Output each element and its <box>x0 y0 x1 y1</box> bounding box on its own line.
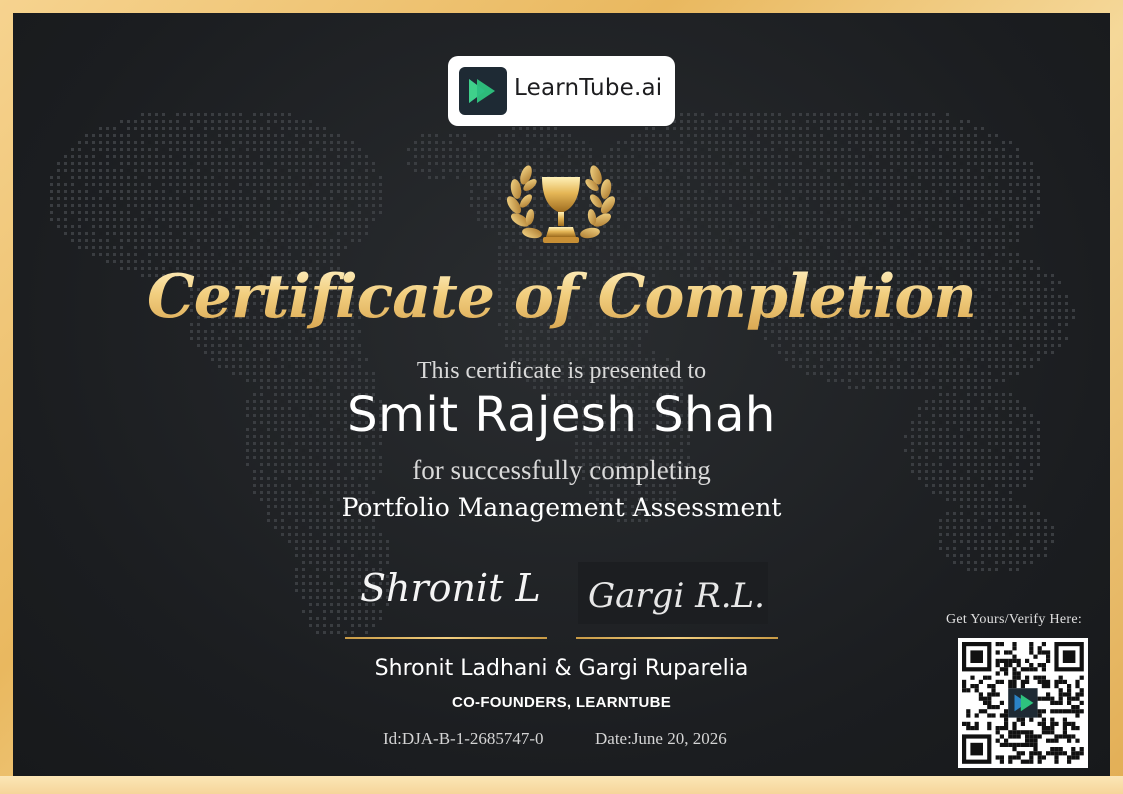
founder-names: Shronit Ladhani & Gargi Ruparelia <box>374 656 749 681</box>
qr-code-icon[interactable] <box>958 638 1088 768</box>
founder-role: CO-FOUNDERS, LEARNTUBE <box>451 694 672 711</box>
signature-line-right <box>576 637 778 639</box>
certificate-date: Date:June 20, 2026 <box>595 729 727 748</box>
signature-shronit: Shronit L <box>360 566 541 610</box>
recipient-name: Smit Rajesh Shah <box>347 387 776 443</box>
brand-logo: LearnTube.ai <box>448 56 675 126</box>
course-name: Portfolio Management Assessment <box>341 493 782 522</box>
brand-name: LearnTube.ai <box>514 75 663 101</box>
verify-label: Get Yours/Verify Here: <box>946 612 1083 627</box>
play-logo-icon <box>459 67 507 115</box>
trophy-laurel-icon <box>504 155 618 255</box>
bottom-border-strip <box>0 776 1123 794</box>
signature-gargi: Gargi R.L. <box>588 576 765 616</box>
presented-text: This certificate is presented to <box>416 358 707 384</box>
signature-line-left <box>345 637 547 639</box>
certificate-id: Id:DJA-B-1-2685747-0 <box>383 729 544 748</box>
completing-text: for successfully completing <box>412 455 711 485</box>
certificate-title: Certificate of Completion <box>0 262 1123 332</box>
